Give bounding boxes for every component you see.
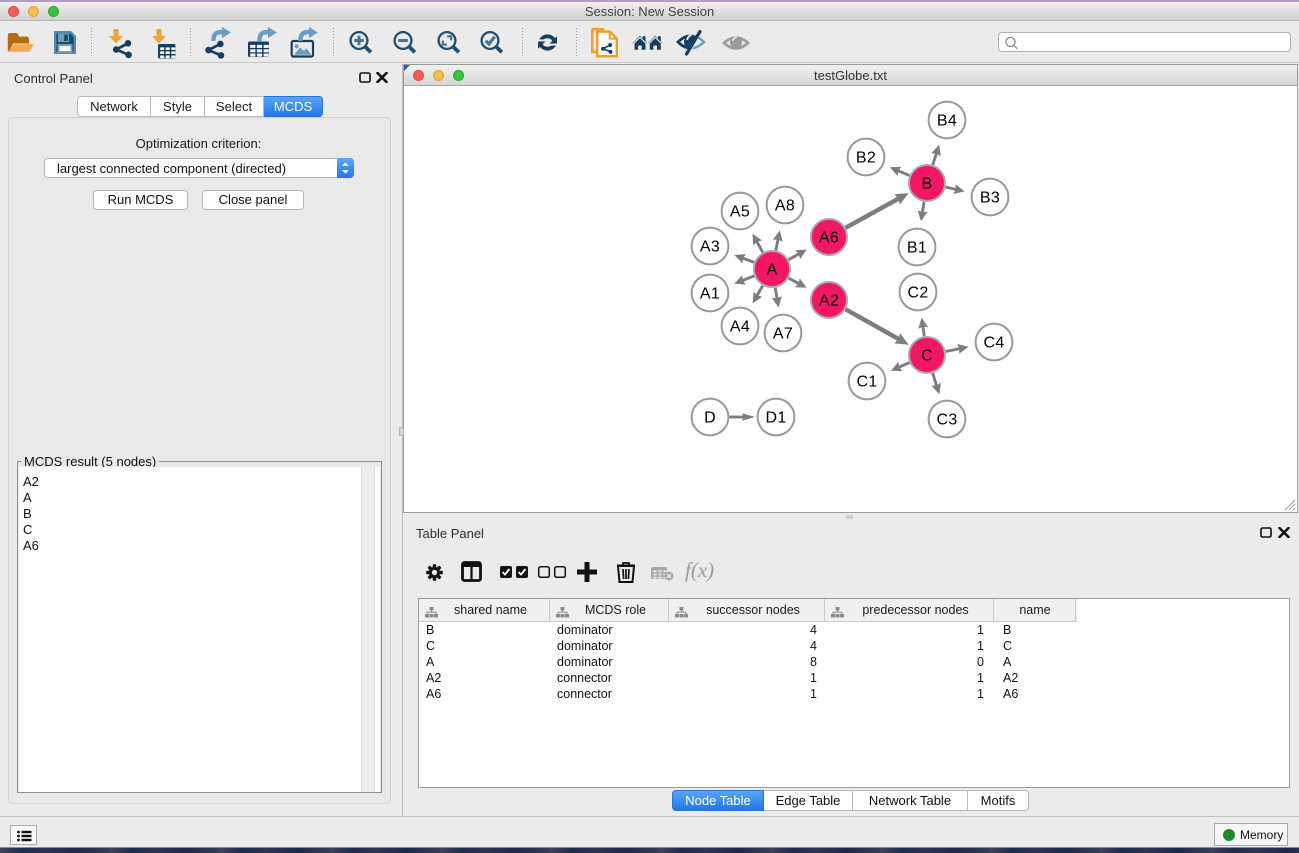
svg-text:B: B bbox=[922, 176, 933, 193]
svg-text:A2: A2 bbox=[819, 293, 839, 310]
svg-text:A8: A8 bbox=[775, 198, 795, 215]
svg-text:A4: A4 bbox=[730, 319, 750, 336]
svg-text:B3: B3 bbox=[980, 190, 1000, 207]
svg-text:A1: A1 bbox=[700, 286, 720, 303]
svg-text:A6: A6 bbox=[819, 230, 839, 247]
svg-text:B1: B1 bbox=[907, 240, 927, 257]
svg-text:B4: B4 bbox=[937, 113, 957, 130]
svg-text:A3: A3 bbox=[700, 239, 720, 256]
svg-text:C: C bbox=[921, 348, 933, 365]
svg-text:D: D bbox=[704, 410, 716, 427]
svg-text:D1: D1 bbox=[765, 410, 786, 427]
svg-text:C4: C4 bbox=[983, 335, 1004, 352]
svg-text:A: A bbox=[767, 262, 778, 279]
svg-text:B2: B2 bbox=[856, 150, 876, 167]
svg-text:C1: C1 bbox=[856, 374, 877, 391]
svg-text:C2: C2 bbox=[907, 285, 928, 302]
svg-text:A5: A5 bbox=[730, 204, 750, 221]
svg-text:A7: A7 bbox=[773, 326, 793, 343]
svg-text:C3: C3 bbox=[936, 412, 957, 429]
